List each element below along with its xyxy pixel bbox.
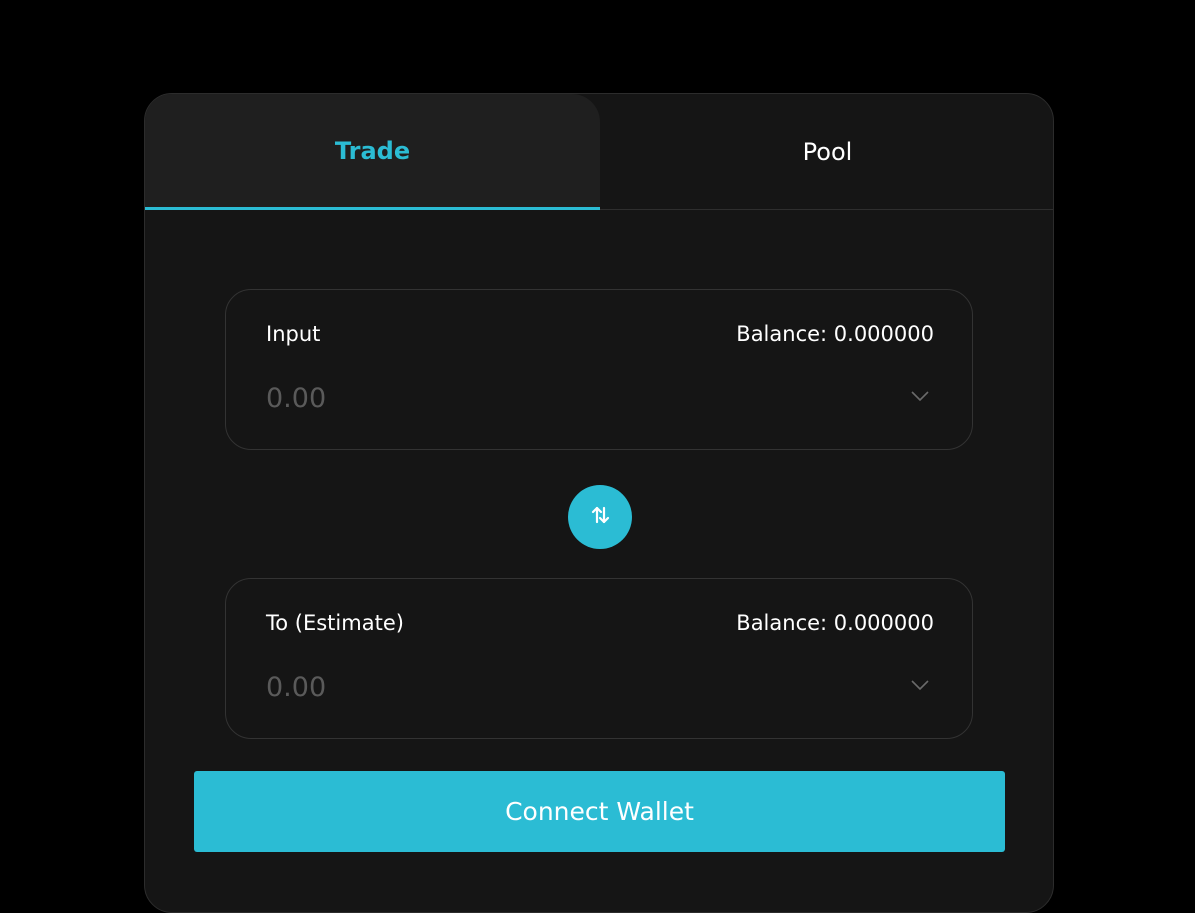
tab-pool[interactable]: Pool <box>600 94 1053 210</box>
output-token-box: To (Estimate) Balance: 0.000000 <box>225 578 973 739</box>
input-token-box: Input Balance: 0.000000 <box>225 289 973 450</box>
output-amount-field[interactable] <box>266 667 826 707</box>
tab-pool-label: Pool <box>802 138 853 166</box>
output-balance: Balance: 0.000000 <box>736 611 934 635</box>
chevron-down-icon[interactable] <box>908 384 932 408</box>
tab-bar: Trade Pool <box>145 94 1053 210</box>
tab-trade-label: Trade <box>334 136 411 165</box>
chevron-down-icon[interactable] <box>908 673 932 697</box>
swap-card: Trade Pool Input Balance: 0.000000 To (E… <box>144 93 1054 913</box>
output-label: To (Estimate) <box>266 611 404 635</box>
swap-direction-button[interactable] <box>568 485 632 549</box>
input-label: Input <box>266 322 321 346</box>
tab-trade[interactable]: Trade <box>145 94 600 210</box>
input-amount-field[interactable] <box>266 378 826 418</box>
input-balance: Balance: 0.000000 <box>736 322 934 346</box>
connect-wallet-button[interactable]: Connect Wallet <box>194 771 1005 852</box>
swap-arrows-icon <box>588 503 612 531</box>
